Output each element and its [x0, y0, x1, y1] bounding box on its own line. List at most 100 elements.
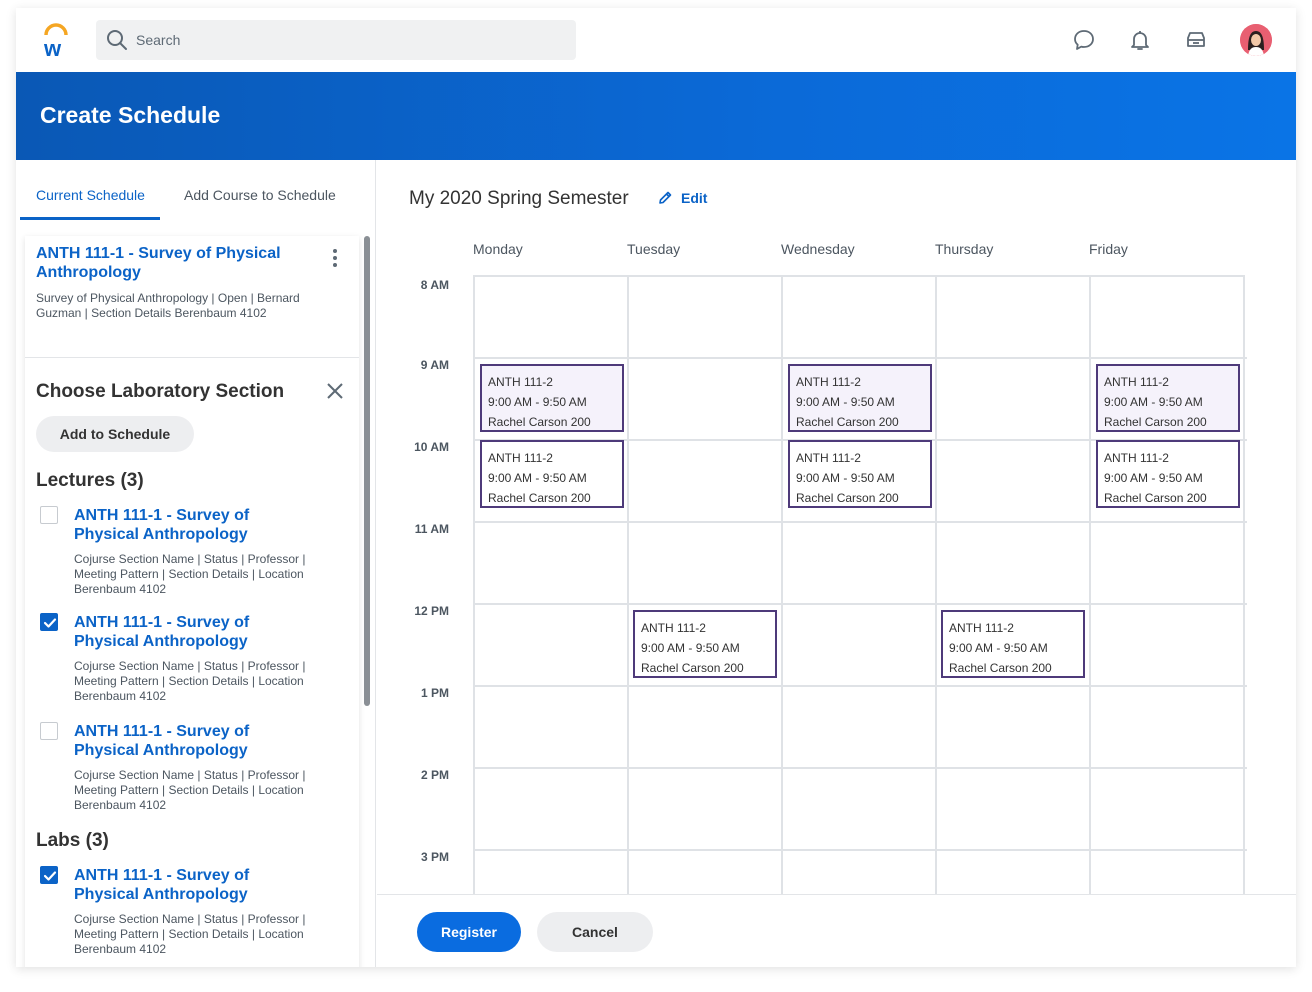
schedule-panel: My 2020 Spring Semester Edit Monday Tues… — [377, 160, 1296, 967]
event-location: Rachel Carson 200 — [641, 661, 744, 675]
event-location: Rachel Carson 200 — [796, 491, 899, 505]
user-avatar[interactable] — [1240, 24, 1272, 56]
grid-line — [475, 849, 1247, 851]
event-location: Rachel Carson 200 — [1104, 491, 1207, 505]
event-location: Rachel Carson 200 — [796, 415, 899, 429]
chat-icon[interactable] — [1072, 28, 1096, 52]
inbox-icon[interactable] — [1184, 28, 1208, 52]
event-course: ANTH 111-2 — [641, 621, 706, 635]
event-time: 9:00 AM - 9:50 AM — [488, 471, 587, 485]
day-header: Wednesday — [781, 241, 855, 257]
current-course-title[interactable]: ANTH 111-1 - Survey of Physical Anthropo… — [36, 244, 306, 282]
choose-section-title: Choose Laboratory Section — [36, 381, 285, 402]
search-input[interactable] — [136, 20, 566, 60]
page-title: Create Schedule — [40, 102, 221, 128]
left-panel: Current Schedule Add Course to Schedule … — [16, 160, 376, 967]
event-course: ANTH 111-2 — [488, 375, 553, 389]
schedule-event[interactable]: ANTH 111-2 9:00 AM - 9:50 AM Rachel Cars… — [1096, 440, 1240, 508]
day-header: Monday — [473, 241, 523, 257]
schedule-event[interactable]: ANTH 111-2 9:00 AM - 9:50 AM Rachel Cars… — [480, 364, 624, 432]
more-options-icon[interactable] — [330, 248, 340, 268]
edit-link[interactable]: Edit — [681, 190, 707, 206]
lecture-1-title[interactable]: ANTH 111-1 - Survey of Physical Anthropo… — [74, 506, 314, 544]
grid-line — [627, 277, 629, 897]
hour-label: 1 PM — [420, 686, 449, 700]
grid-line — [935, 277, 937, 897]
lab-1-checkbox[interactable] — [40, 866, 58, 884]
schedule-event[interactable]: ANTH 111-2 9:00 AM - 9:50 AM Rachel Cars… — [480, 440, 624, 508]
grid-line — [1243, 277, 1245, 897]
event-time: 9:00 AM - 9:50 AM — [488, 395, 587, 409]
lecture-2-title[interactable]: ANTH 111-1 - Survey of Physical Anthropo… — [74, 613, 314, 651]
event-location: Rachel Carson 200 — [488, 415, 591, 429]
search-bar[interactable] — [96, 20, 576, 60]
lecture-3-checkbox[interactable] — [40, 722, 58, 740]
event-location: Rachel Carson 200 — [949, 661, 1052, 675]
bell-icon[interactable] — [1128, 28, 1152, 52]
hour-label: 12 PM — [414, 604, 449, 618]
event-course: ANTH 111-2 — [488, 451, 553, 465]
register-button[interactable]: Register — [417, 912, 521, 952]
schedule-title: My 2020 Spring Semester — [409, 188, 629, 209]
divider — [25, 357, 359, 358]
lab-1-details: Cojurse Section Name | Status | Professo… — [74, 912, 306, 956]
lectures-heading: Lectures (3) — [36, 470, 144, 491]
checkmark-icon — [43, 871, 57, 881]
schedule-event[interactable]: ANTH 111-2 9:00 AM - 9:50 AM Rachel Cars… — [1096, 364, 1240, 432]
pencil-icon[interactable] — [657, 190, 673, 206]
schedule-event[interactable]: ANTH 111-2 9:00 AM - 9:50 AM Rachel Cars… — [633, 610, 777, 678]
day-header: Friday — [1089, 241, 1128, 257]
top-bar: w — [16, 8, 1296, 72]
event-course: ANTH 111-2 — [796, 451, 861, 465]
lecture-3-title[interactable]: ANTH 111-1 - Survey of Physical Anthropo… — [74, 722, 314, 760]
lecture-1-details: Cojurse Section Name | Status | Professo… — [74, 552, 306, 596]
grid-line — [475, 357, 1247, 359]
event-course: ANTH 111-2 — [949, 621, 1014, 635]
event-course: ANTH 111-2 — [796, 375, 861, 389]
app-window: w Search Create Schedule Current Schedul… — [16, 8, 1296, 967]
schedule-event[interactable]: ANTH 111-2 9:00 AM - 9:50 AM Rachel Cars… — [788, 440, 932, 508]
tab-current-schedule[interactable]: Current Schedule — [36, 187, 145, 203]
page-banner: Create Schedule — [16, 72, 1296, 160]
event-location: Rachel Carson 200 — [1104, 415, 1207, 429]
event-location: Rachel Carson 200 — [488, 491, 591, 505]
current-course-details: Survey of Physical Anthropology | Open |… — [36, 291, 300, 320]
close-icon[interactable] — [326, 382, 344, 400]
lecture-2-details: Cojurse Section Name | Status | Professo… — [74, 659, 306, 703]
cancel-button[interactable]: Cancel — [537, 912, 653, 952]
lecture-2-checkbox[interactable] — [40, 613, 58, 631]
workday-logo[interactable]: w — [40, 22, 72, 58]
schedule-event[interactable]: ANTH 111-2 9:00 AM - 9:50 AM Rachel Cars… — [788, 364, 932, 432]
grid-line — [1089, 277, 1091, 897]
event-time: 9:00 AM - 9:50 AM — [796, 395, 895, 409]
tab-add-course[interactable]: Add Course to Schedule — [184, 187, 336, 203]
event-time: 9:00 AM - 9:50 AM — [1104, 471, 1203, 485]
event-time: 9:00 AM - 9:50 AM — [796, 471, 895, 485]
day-header: Thursday — [935, 241, 994, 257]
lecture-3-details: Cojurse Section Name | Status | Professo… — [74, 768, 306, 812]
action-footer: Register Cancel — [377, 894, 1296, 967]
lab-1-title[interactable]: ANTH 111-1 - Survey of Physical Anthropo… — [74, 866, 314, 904]
svg-text:w: w — [43, 36, 62, 58]
hour-label: 9 AM — [420, 358, 449, 372]
add-to-schedule-button[interactable]: Add to Schedule — [36, 416, 194, 452]
event-time: 9:00 AM - 9:50 AM — [641, 641, 740, 655]
hour-label: 3 PM — [420, 850, 449, 864]
hour-label: 11 AM — [414, 522, 449, 536]
event-course: ANTH 111-2 — [1104, 451, 1169, 465]
course-card-panel — [25, 236, 359, 967]
grid-line — [475, 685, 1247, 687]
day-header: Tuesday — [627, 241, 681, 257]
lecture-1-checkbox[interactable] — [40, 506, 58, 524]
grid-line — [475, 603, 1247, 605]
hour-label: 10 AM — [414, 440, 449, 454]
grid-line — [475, 767, 1247, 769]
hour-label: 8 AM — [420, 278, 449, 292]
scrollbar[interactable] — [364, 236, 370, 706]
event-time: 9:00 AM - 9:50 AM — [949, 641, 1048, 655]
event-course: ANTH 111-2 — [1104, 375, 1169, 389]
tab-bar: Current Schedule Add Course to Schedule — [16, 160, 376, 222]
schedule-event[interactable]: ANTH 111-2 9:00 AM - 9:50 AM Rachel Cars… — [941, 610, 1085, 678]
grid-line — [781, 277, 783, 897]
avatar-icon — [1240, 24, 1272, 56]
